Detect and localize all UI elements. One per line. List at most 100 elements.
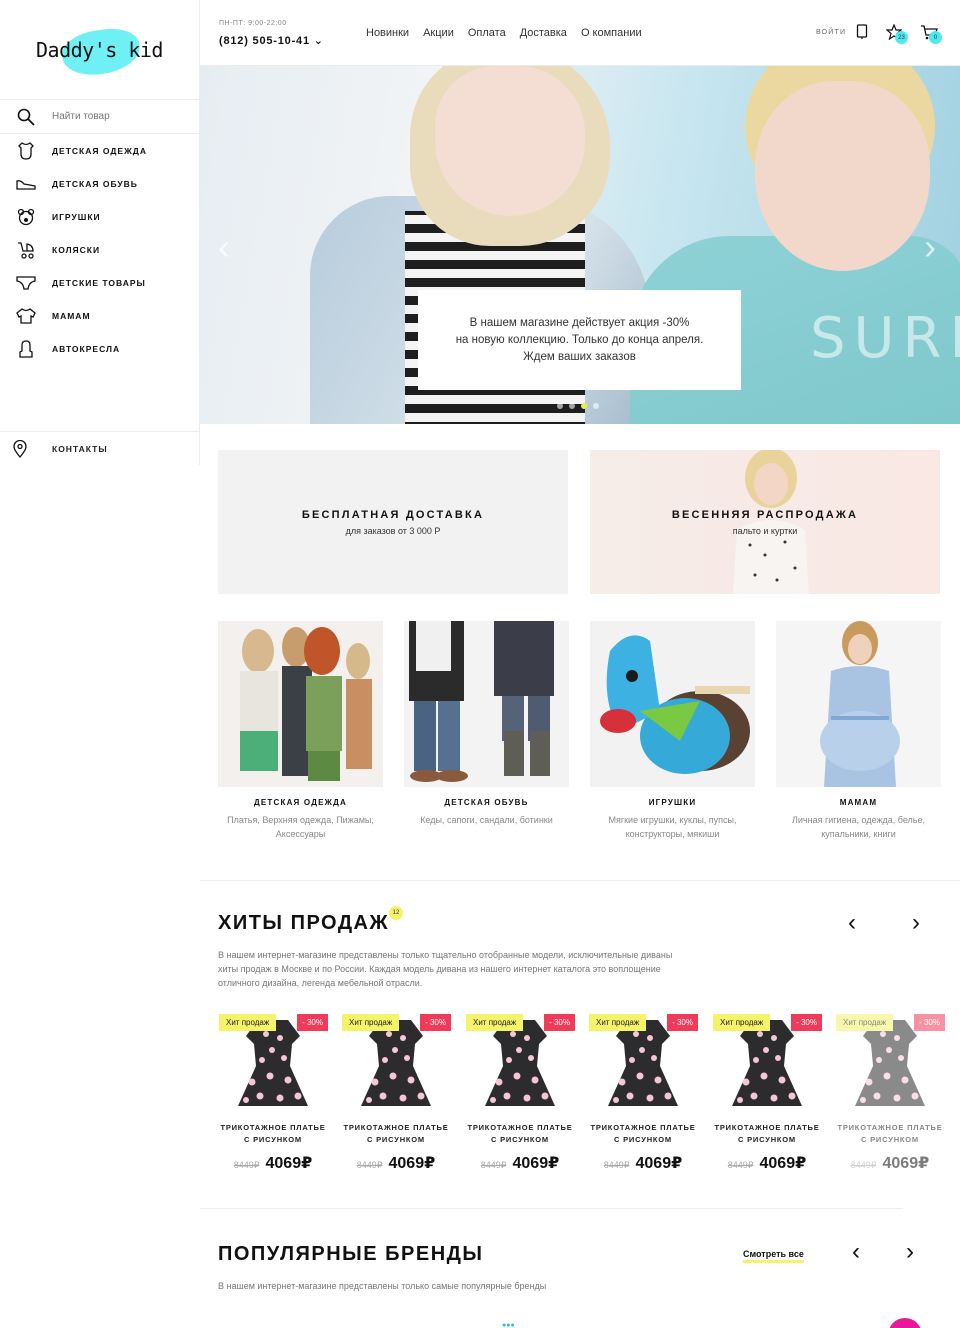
discount-badge: - 30% bbox=[420, 1014, 451, 1031]
hero-slider: SURF ‹ › В нашем магазине действует акци… bbox=[200, 66, 960, 424]
car-seat-icon bbox=[0, 339, 52, 358]
hero-photo-girl-face bbox=[435, 66, 585, 216]
product-name: ТРИКОТАЖНОЕ ПЛАТЬЕ С РИСУНКОМ bbox=[590, 1123, 696, 1144]
brands-prev-arrow[interactable]: ‹ bbox=[852, 1238, 860, 1266]
product-card[interactable]: Хит продаж - 30% ТРИКОТАЖНОЕ ПЛАТЬЕ С РИСУ… bbox=[835, 1014, 945, 1173]
category-card-shoes[interactable]: ДЕТСКАЯ ОБУВЬ Кеды, сапоги, сандали, бот… bbox=[404, 621, 569, 827]
slider-dot[interactable] bbox=[593, 403, 599, 409]
product-card[interactable]: Хит продаж - 30% ТРИКОТАЖНОЕ ПЛАТЬЕ С РИСУ… bbox=[712, 1014, 822, 1173]
sidebar-item-carseats[interactable]: Автокресла bbox=[0, 332, 199, 365]
search-input[interactable] bbox=[52, 111, 192, 122]
sidebar-item-goods[interactable]: Детские товары bbox=[0, 266, 199, 299]
product-image: Хит продаж - 30% bbox=[218, 1014, 328, 1114]
category-title: ДЕТСКАЯ ОБУВЬ bbox=[444, 798, 529, 807]
hits-next-arrow[interactable]: › bbox=[912, 909, 920, 937]
stroller-icon bbox=[0, 241, 52, 259]
current-price: 4069₽ bbox=[759, 1155, 807, 1172]
category-image bbox=[776, 621, 941, 787]
product-price: 8449₽ 4069₽ bbox=[465, 1153, 575, 1173]
hits-title: ХИТЫ ПРОДАЖ bbox=[218, 912, 390, 934]
product-price: 8449₽ 4069₽ bbox=[835, 1153, 945, 1173]
old-price: 8449₽ bbox=[727, 1160, 754, 1170]
divider bbox=[200, 880, 960, 881]
slider-dots bbox=[557, 403, 599, 409]
brand-logo[interactable] bbox=[888, 1318, 922, 1328]
hero-promo-line: Ждем ваших заказов bbox=[523, 350, 636, 363]
sidebar-item-label: Детская одежда bbox=[52, 145, 147, 156]
category-title: ДЕТСКАЯ ОДЕЖДА bbox=[254, 798, 347, 807]
hero-prev-arrow[interactable]: ‹ bbox=[218, 226, 230, 268]
sidebar-item-shoes[interactable]: Детская обувь bbox=[0, 167, 199, 200]
slider-dot-active[interactable] bbox=[581, 403, 587, 409]
product-card[interactable]: Хит продаж - 30% ТРИКОТАЖНОЕ ПЛАТЬЕ С РИСУ… bbox=[588, 1014, 698, 1173]
old-price: 8449₽ bbox=[480, 1160, 507, 1170]
free-delivery-banner[interactable]: БЕСПЛАТНАЯ ДОСТАВКА для заказов от 3 000… bbox=[218, 450, 568, 594]
sidebar-item-moms[interactable]: Мамам bbox=[0, 299, 199, 332]
category-subtitle: Личная гигиена, одежда, белье, купальник… bbox=[791, 815, 926, 839]
search-icon[interactable] bbox=[0, 108, 52, 126]
hits-count-badge: 12 bbox=[389, 906, 403, 920]
slider-dot[interactable] bbox=[557, 403, 563, 409]
old-price: 8449₽ bbox=[603, 1160, 630, 1170]
hits-prev-arrow[interactable]: ‹ bbox=[848, 909, 856, 937]
sidebar-item-label: Мамам bbox=[52, 310, 91, 321]
brand-logo[interactable]: ●●● bbox=[502, 1322, 515, 1328]
hero-promo-line: В нашем магазине действует акция -30% bbox=[469, 316, 690, 329]
hit-badge: Хит продаж bbox=[219, 1014, 277, 1031]
product-image: Хит продаж - 30% bbox=[588, 1014, 698, 1114]
nav-about[interactable]: О компании bbox=[581, 27, 642, 39]
brands-next-arrow[interactable]: › bbox=[906, 1238, 914, 1266]
sidebar-item-contacts[interactable]: КОНТАКТЫ bbox=[0, 431, 200, 465]
divider bbox=[200, 1208, 903, 1209]
nav-sales[interactable]: Акции bbox=[423, 27, 454, 39]
current-price: 4069₽ bbox=[512, 1155, 560, 1172]
category-card-clothes[interactable]: ДЕТСКАЯ ОДЕЖДА Платья, Верхняя одежда, П… bbox=[218, 621, 383, 841]
category-image bbox=[590, 621, 755, 787]
product-price: 8449₽ 4069₽ bbox=[712, 1153, 822, 1173]
phone-dropdown[interactable]: (812) 505-10-41 ⌄ bbox=[219, 34, 324, 47]
sweater-icon bbox=[0, 307, 52, 324]
old-price: 8449₽ bbox=[850, 1160, 877, 1170]
sidebar-item-toys[interactable]: Игрушки bbox=[0, 200, 199, 233]
see-all-brands-link[interactable]: Смотреть все bbox=[743, 1249, 804, 1263]
hit-badge: Хит продаж bbox=[713, 1014, 771, 1031]
sidebar-item-strollers[interactable]: Коляски bbox=[0, 233, 199, 266]
hero-next-arrow[interactable]: › bbox=[924, 226, 936, 268]
favorites-icon[interactable]: 23 bbox=[885, 23, 908, 45]
login-link[interactable]: ВОЙТИ bbox=[816, 29, 846, 36]
sidebar-item-label: Коляски bbox=[52, 244, 101, 255]
sidebar-item-clothes[interactable]: Детская одежда bbox=[0, 134, 199, 167]
category-card-moms[interactable]: МАМАМ Личная гигиена, одежда, белье, куп… bbox=[776, 621, 941, 841]
product-name: ТРИКОТАЖНОЕ ПЛАТЬЕ С РИСУНКОМ bbox=[714, 1123, 820, 1144]
nav-new[interactable]: Новинки bbox=[366, 27, 409, 39]
discount-badge: - 30% bbox=[667, 1014, 698, 1031]
product-card[interactable]: Хит продаж - 30% ТРИКОТАЖНОЕ ПЛАТЬЕ С РИСУ… bbox=[341, 1014, 451, 1173]
discount-badge: - 30% bbox=[914, 1014, 945, 1031]
product-image: Хит продаж - 30% bbox=[465, 1014, 575, 1114]
cart-icon[interactable]: 0 bbox=[920, 24, 942, 45]
nav-delivery[interactable]: Доставка bbox=[520, 27, 567, 39]
category-card-toys[interactable]: ИГРУШКИ Мягкие игрушки, куклы, пупсы, ко… bbox=[590, 621, 755, 841]
sidebar-item-label: Детская обувь bbox=[52, 178, 138, 189]
product-card[interactable]: Хит продаж - 30% ТРИКОТАЖНОЕ ПЛАТЬЕ С РИСУ… bbox=[218, 1014, 328, 1173]
bodysuit-icon bbox=[0, 141, 52, 160]
product-image: Хит продаж - 30% bbox=[712, 1014, 822, 1114]
slider-dot[interactable] bbox=[569, 403, 575, 409]
product-name: ТРИКОТАЖНОЕ ПЛАТЬЕ С РИСУНКОМ bbox=[467, 1123, 573, 1144]
old-price: 8449₽ bbox=[356, 1160, 383, 1170]
banner-kid-photo bbox=[733, 450, 809, 594]
brands-title: ПОПУЛЯРНЫЕ БРЕНДЫ bbox=[218, 1243, 484, 1265]
current-price: 4069₽ bbox=[265, 1155, 313, 1172]
product-card[interactable]: Хит продаж - 30% ТРИКОТАЖНОЕ ПЛАТЬЕ С РИСУ… bbox=[465, 1014, 575, 1173]
current-price: 4069₽ bbox=[388, 1155, 436, 1172]
product-image: Хит продаж - 30% bbox=[835, 1014, 945, 1114]
logo[interactable]: Daddy's kid bbox=[0, 0, 199, 100]
nav-payment[interactable]: Оплата bbox=[468, 27, 506, 39]
product-name: ТРИКОТАЖНОЕ ПЛАТЬЕ С РИСУНКОМ bbox=[220, 1123, 326, 1144]
category-subtitle: Мягкие игрушки, куклы, пупсы, конструкто… bbox=[608, 815, 737, 839]
hero-photo-boy-face bbox=[755, 81, 930, 271]
phone-icon[interactable] bbox=[856, 24, 868, 45]
spring-sale-banner[interactable]: ВЕСЕННЯЯ РАСПРОДАЖА пальто и куртки bbox=[590, 450, 940, 594]
banner-title: БЕСПЛАТНАЯ ДОСТАВКА bbox=[301, 508, 485, 521]
discount-badge: - 30% bbox=[544, 1014, 575, 1031]
